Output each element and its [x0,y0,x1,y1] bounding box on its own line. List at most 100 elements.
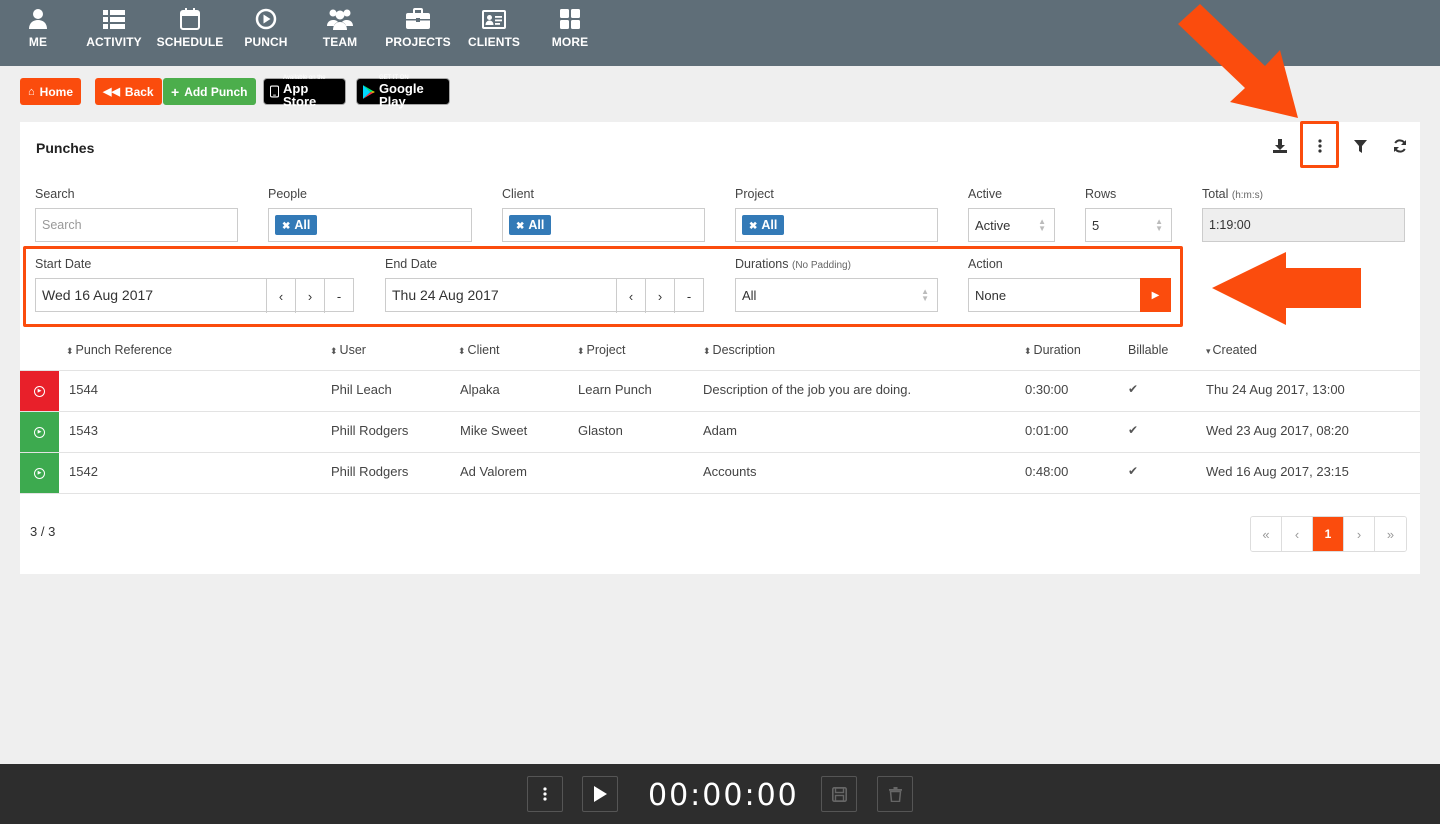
users-icon [327,9,353,30]
timer-bar: 00:00:00 [0,764,1440,824]
sort-icon: ⬍ [703,346,711,356]
remove-icon[interactable]: ✖ [516,221,524,232]
start-next-button[interactable]: › [295,279,324,313]
nav-team[interactable]: TEAM [302,8,378,49]
end-date-value: Thu 24 Aug 2017 [392,287,499,303]
page-button-current[interactable]: 1 [1313,517,1344,551]
end-date-input[interactable]: Thu 24 Aug 2017 ‹ › - [385,278,704,313]
prev-page-button[interactable]: ‹ [1282,517,1313,551]
col-punch-reference[interactable]: ⬍ Punch Reference [66,343,172,357]
briefcase-icon [406,8,430,29]
sort-desc-icon: ▾ [1206,346,1211,356]
user-icon [29,9,47,29]
nav-clients[interactable]: CLIENTS [456,8,532,49]
updown-icon: ▲ ▼ [1155,217,1163,233]
add-punch-button[interactable]: + Add Punch [163,78,256,105]
table-row[interactable]: ▶ 1542 Phill Rodgers Ad Valorem Accounts… [20,452,1420,494]
back-button[interactable]: ◀◀ Back [95,78,162,105]
nav-activity[interactable]: ACTIVITY [76,8,152,49]
client-tag[interactable]: ✖ All [509,215,552,235]
durations-select[interactable]: All ▲ ▼ [735,278,938,312]
end-next-button[interactable]: › [645,279,674,313]
remove-icon[interactable]: ✖ [282,221,290,232]
punch-status-button[interactable]: ▶ [20,371,59,411]
client-label: Client [502,187,534,201]
next-page-button[interactable]: › [1344,517,1375,551]
table-row[interactable]: ▶ 1543 Phill Rodgers Mike Sweet Glaston … [20,411,1420,452]
cell-description: Description of the job you are doing. [703,382,912,397]
people-tag[interactable]: ✖ All [275,215,318,235]
punches-panel: Punches Search Search People ✖ All Client… [20,121,1420,574]
col-created[interactable]: ▾ Created [1206,343,1257,357]
sort-icon: ⬍ [577,346,585,356]
refresh-icon[interactable] [1390,136,1410,156]
check-icon: ✔ [1128,423,1139,437]
more-options-icon [543,787,547,801]
delete-timer-button[interactable] [877,776,913,812]
cell-ref: 1543 [69,423,98,438]
col-project[interactable]: ⬍ Project [577,343,625,357]
first-page-button[interactable]: « [1251,517,1282,551]
nav-schedule[interactable]: SCHEDULE [152,8,228,49]
cell-project: Glaston [578,423,623,438]
active-value: Active [975,217,1011,233]
search-input[interactable]: Search [35,208,238,242]
people-select[interactable]: ✖ All [268,208,472,242]
active-label: Active [968,187,1003,201]
sort-icon: ⬍ [1024,346,1032,356]
download-icon[interactable] [1270,136,1290,156]
project-select[interactable]: ✖ All [735,208,938,242]
google-play-badge[interactable]: GET IT ON Google Play [356,75,450,108]
home-button[interactable]: ⌂ Home [20,78,81,105]
col-user[interactable]: ⬍ User [330,343,366,357]
col-label: Punch Reference [75,343,173,357]
punch-status-button[interactable]: ▶ [20,412,59,452]
col-client[interactable]: ⬍ Client [458,343,500,357]
start-clear-button[interactable]: - [324,279,353,313]
timer-menu-button[interactable] [527,776,563,812]
cell-duration: 0:30:00 [1025,382,1069,397]
action-select[interactable]: None ▶ [968,278,1171,312]
start-prev-button[interactable]: ‹ [266,279,295,313]
cell-description: Accounts [703,464,757,479]
client-select[interactable]: ✖ All [502,208,705,242]
table-row[interactable]: ▶ 1544 Phil Leach Alpaka Learn Punch Des… [20,370,1420,411]
start-date-value: Wed 16 Aug 2017 [42,287,154,303]
home-label: Home [39,84,73,99]
cell-created: Wed 16 Aug 2017, 23:15 [1206,464,1349,479]
project-tag[interactable]: ✖ All [742,215,785,235]
save-icon [831,786,847,802]
start-timer-button[interactable] [582,776,618,812]
filter-icon[interactable] [1350,136,1370,156]
sort-icon: ⬍ [458,346,466,356]
nav-punch[interactable]: PUNCH [228,8,304,49]
end-prev-button[interactable]: ‹ [616,279,645,313]
pagination: « ‹ 1 › » [1250,516,1407,552]
add-punch-label: Add Punch [184,84,248,99]
check-icon: ✔ [1128,464,1139,478]
grid-icon [560,9,580,29]
app-store-badge[interactable]: Available on the App Store [263,75,346,108]
action-go-button[interactable]: ▶ [1140,278,1171,312]
updown-icon: ▲ ▼ [921,287,929,303]
col-description[interactable]: ⬍ Description [703,343,775,357]
col-billable: Billable [1128,343,1168,357]
nav-projects[interactable]: PROJECTS [380,8,456,49]
col-label: User [339,343,366,357]
remove-icon[interactable]: ✖ [749,221,757,232]
nav-label: ME [28,35,48,49]
active-select[interactable]: Active ▲ ▼ [968,208,1055,242]
end-clear-button[interactable]: - [674,279,703,313]
nav-me[interactable]: ME [0,8,76,49]
save-timer-button[interactable] [821,776,857,812]
start-date-input[interactable]: Wed 16 Aug 2017 ‹ › - [35,278,354,313]
calendar-icon [180,8,200,30]
rows-select[interactable]: 5 ▲ ▼ [1085,208,1172,242]
col-duration[interactable]: ⬍ Duration [1024,343,1081,357]
col-label: Duration [1033,343,1081,357]
punch-status-button[interactable]: ▶ [20,453,59,493]
col-label: Description [712,343,776,357]
last-page-button[interactable]: » [1375,517,1406,551]
col-label: Client [467,343,500,357]
nav-more[interactable]: MORE [532,8,608,49]
